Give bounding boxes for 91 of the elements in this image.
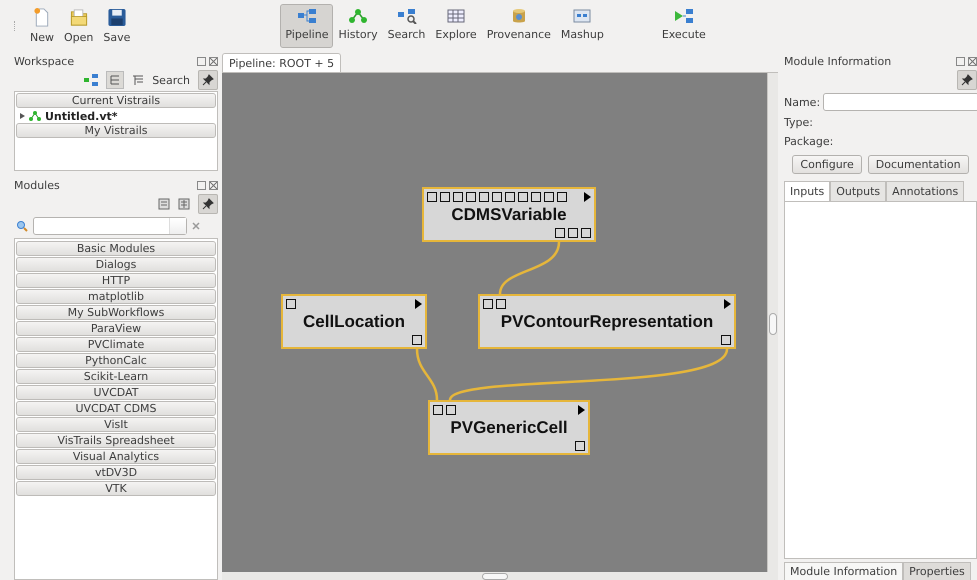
panel-tab[interactable]: Annotations	[886, 181, 964, 201]
close-icon[interactable]	[209, 180, 218, 190]
search-icon	[396, 8, 416, 24]
package-header[interactable]: VisIt	[16, 417, 216, 432]
dock-tab[interactable]: Properties	[903, 562, 971, 580]
nodes-icon[interactable]	[84, 74, 98, 86]
section-header[interactable]: My Vistrails	[16, 123, 216, 138]
tree-icon	[348, 8, 368, 24]
field-label: Name:	[784, 96, 820, 108]
pipeline-tab[interactable]: Pipeline: ROOT + 5	[222, 53, 342, 72]
panel-tab[interactable]: Inputs	[784, 181, 830, 201]
search-icon	[16, 220, 28, 232]
grid-icon	[446, 8, 466, 24]
panel-title: Workspace	[14, 54, 74, 68]
module-node[interactable]: PVContourRepresentation	[478, 294, 736, 349]
module-name: CDMSVariable	[450, 204, 568, 224]
package-header[interactable]: Dialogs	[16, 257, 216, 272]
play-icon[interactable]	[578, 404, 585, 414]
package-header[interactable]: PVClimate	[16, 337, 216, 352]
field-label: Type:	[784, 115, 814, 131]
pin-icon	[202, 74, 214, 86]
package-header[interactable]: VTK	[16, 481, 216, 496]
pipeline-canvas[interactable]: CDMSVariable CellLocation PVContourRepresentation PVGenericCell	[222, 73, 768, 572]
execute-button[interactable]: Execute	[656, 4, 711, 48]
filter-icon[interactable]	[132, 74, 144, 86]
output-port[interactable]	[721, 334, 731, 344]
package-header[interactable]: matplotlib	[16, 289, 216, 304]
package-header[interactable]: PythonCalc	[16, 353, 216, 368]
provenance-view-button[interactable]: Provenance	[482, 4, 556, 48]
vertical-scrollbar[interactable]	[767, 73, 778, 572]
nodes-icon	[296, 8, 317, 24]
package-header[interactable]: ParaView	[16, 321, 216, 336]
float-icon[interactable]	[197, 56, 206, 66]
close-icon[interactable]	[968, 56, 977, 66]
new-button[interactable]: New	[25, 4, 59, 48]
horizontal-scrollbar[interactable]	[222, 572, 778, 580]
output-port[interactable]	[575, 440, 585, 450]
search-field[interactable]	[33, 217, 187, 235]
float-icon[interactable]	[956, 56, 965, 66]
close-icon[interactable]	[209, 56, 218, 66]
section-header[interactable]: Current Vistrails	[16, 93, 216, 108]
name-field[interactable]	[823, 93, 977, 111]
collapse-icon[interactable]	[158, 198, 170, 210]
dock-tab[interactable]: Module Information	[784, 562, 904, 580]
pin-icon	[961, 74, 973, 86]
package-header[interactable]: Scikit-Learn	[16, 369, 216, 384]
vistrail-item[interactable]: Untitled.vt*	[45, 110, 118, 122]
output-port[interactable]	[412, 334, 422, 344]
package-header[interactable]: UVCDAT	[16, 385, 216, 400]
panel-title: Module Information	[784, 54, 892, 68]
float-icon[interactable]	[197, 180, 206, 190]
pipeline-view-button[interactable]: Pipeline	[280, 4, 334, 48]
panel-button[interactable]: Documentation	[868, 155, 969, 174]
module-name: PVGenericCell	[449, 418, 569, 438]
search-view-button[interactable]: Search	[382, 4, 430, 48]
list-view-icon[interactable]	[106, 71, 124, 89]
module-name: CellLocation	[302, 312, 406, 332]
field-label: Package:	[784, 134, 834, 150]
tree-icon	[29, 111, 41, 121]
play-icon[interactable]	[415, 298, 422, 308]
package-header[interactable]: UVCDAT CDMS	[16, 401, 216, 416]
open-button[interactable]: Open	[59, 4, 98, 48]
panel-tab[interactable]: Outputs	[830, 181, 886, 201]
save-button[interactable]: Save	[98, 4, 136, 48]
explore-view-button[interactable]: Explore	[430, 4, 482, 48]
pin-button[interactable]	[198, 194, 218, 214]
module-node[interactable]: PVGenericCell	[428, 400, 590, 455]
package-header[interactable]: Basic Modules	[16, 241, 216, 256]
pin-button[interactable]	[198, 70, 218, 90]
panel-title: Modules	[14, 178, 60, 192]
play-icon[interactable]	[724, 298, 731, 308]
package-header[interactable]: HTTP	[16, 273, 216, 288]
play-icon[interactable]	[584, 192, 591, 202]
pin-button[interactable]	[957, 70, 977, 90]
pin-icon	[202, 198, 214, 210]
module-name: PVContourRepresentation	[500, 312, 714, 332]
panel-button[interactable]: Configure	[792, 155, 862, 174]
expand-icon[interactable]	[178, 198, 190, 210]
package-header[interactable]: Visual Analytics	[16, 449, 216, 464]
nodes-play-icon	[674, 8, 694, 24]
package-header[interactable]: VisTrails Spreadsheet	[16, 433, 216, 448]
package-header[interactable]: vtDV3D	[16, 465, 216, 480]
module-node[interactable]: CDMSVariable	[422, 187, 596, 242]
package-header[interactable]: My SubWorkflows	[16, 305, 216, 320]
folder-icon	[68, 8, 89, 27]
search-label[interactable]: Search	[152, 74, 190, 86]
module-node[interactable]: CellLocation	[281, 294, 427, 349]
window-icon	[572, 8, 592, 24]
history-view-button[interactable]: History	[333, 4, 383, 48]
mashup-view-button[interactable]: Mashup	[556, 4, 609, 48]
input-port[interactable]	[286, 298, 296, 308]
